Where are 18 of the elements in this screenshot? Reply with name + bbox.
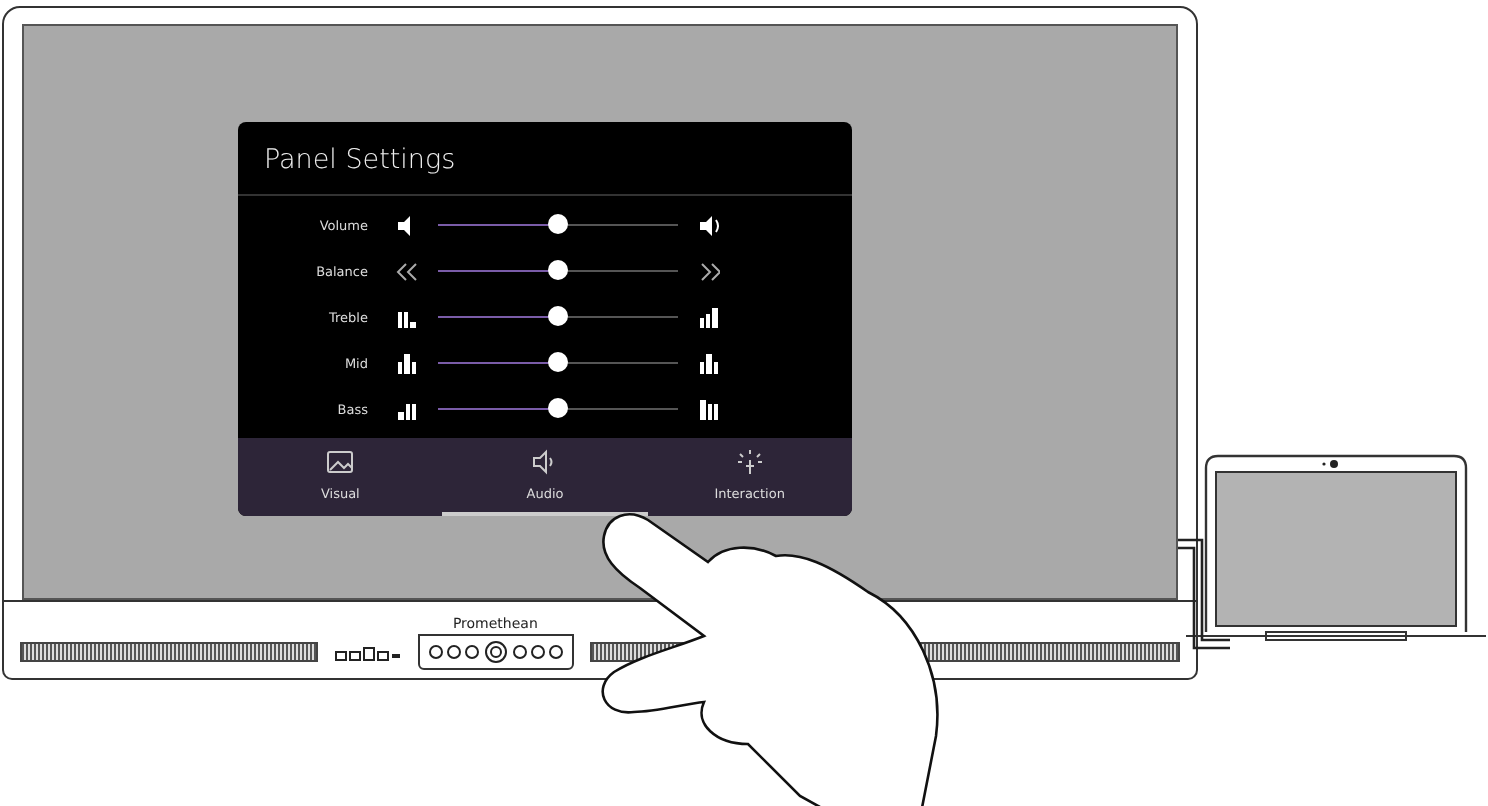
touch-icon xyxy=(736,449,763,475)
bars-mid-icon xyxy=(698,351,720,375)
image-icon xyxy=(327,451,354,473)
bars-high-icon xyxy=(698,305,720,329)
cable-drawing xyxy=(1176,538,1232,650)
bars-mid-icon xyxy=(396,351,418,375)
speaker-high-icon xyxy=(698,213,720,237)
chevrons-left-icon xyxy=(396,259,418,283)
slider-thumb[interactable] xyxy=(548,352,568,373)
ports-icon xyxy=(333,644,402,664)
chevrons-right-icon xyxy=(698,259,720,283)
slider-thumb[interactable] xyxy=(548,214,568,235)
bars-high-icon xyxy=(698,397,720,421)
slider-thumb[interactable] xyxy=(548,306,568,327)
slider-thumb[interactable] xyxy=(548,260,568,281)
dialog-title: Panel Settings xyxy=(238,122,852,196)
slider-thumb[interactable] xyxy=(548,398,568,419)
speaker-icon xyxy=(533,449,554,475)
